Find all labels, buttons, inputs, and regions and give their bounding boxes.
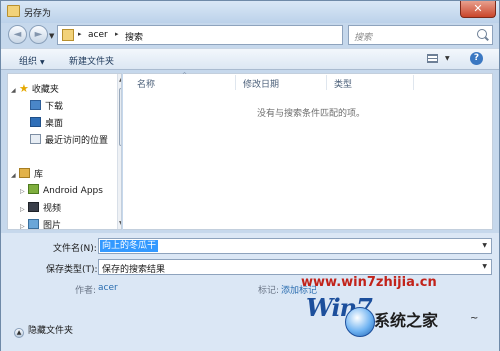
author-label: 作者:: [75, 286, 97, 296]
sidebar-item-android-apps[interactable]: ▷ Android Apps: [20, 184, 103, 198]
column-header-name[interactable]: 名称: [137, 77, 155, 90]
organize-label: 组织: [19, 57, 38, 67]
chevron-down-icon: ▼: [40, 59, 45, 66]
search-input[interactable]: 搜索: [348, 25, 493, 45]
column-divider[interactable]: [326, 75, 327, 90]
navigation-bar: ◄ ► ▼ ▸ acer ▸ 搜索 ▼ ⟳ 搜索: [1, 23, 499, 47]
sidebar-item-pictures[interactable]: ▷ 图片: [20, 218, 62, 230]
filetype-label: 保存类型(T):: [46, 265, 98, 275]
author-value[interactable]: acer: [98, 283, 118, 293]
address-bar[interactable]: ▸ acer ▸ 搜索 ▼ ⟳: [57, 25, 388, 45]
watermark-badge-icon: [345, 307, 375, 337]
star-icon: ★: [19, 82, 29, 95]
save-form: 文件名(N): 向上的冬瓜干 ▼ 保存类型(T): 保存的搜索结果 ▼ 作者: …: [1, 233, 499, 351]
file-list: 名称 ^ 修改日期 类型 没有与搜索条件匹配的项。: [123, 72, 493, 230]
breadcrumb-separator-icon[interactable]: ▸: [78, 30, 82, 38]
title-bar: 另存为 ✕: [1, 1, 499, 23]
column-divider[interactable]: [235, 75, 236, 90]
filename-value: 向上的冬瓜干: [100, 240, 159, 252]
scrollbar-thumb[interactable]: [119, 88, 121, 146]
close-button[interactable]: ✕: [460, 1, 496, 18]
hide-folders-button[interactable]: ▲ 隐藏文件夹: [14, 323, 73, 338]
expand-icon[interactable]: ▷: [20, 223, 28, 229]
sidebar-item-downloads[interactable]: 下载: [30, 99, 63, 113]
watermark-brand: 系统之家: [374, 311, 439, 330]
sidebar-item-recent-places[interactable]: 最近访问的位置: [30, 133, 108, 147]
collapse-icon[interactable]: ◢: [11, 172, 19, 179]
chevron-up-icon: ▲: [14, 328, 24, 338]
library-icon: [19, 168, 30, 178]
libraries-label: 库: [34, 170, 44, 180]
filename-label: 文件名(N):: [53, 244, 97, 254]
sort-ascending-icon: ^: [182, 72, 188, 79]
video-library-icon: [28, 202, 39, 212]
sidebar-item-label: 下载: [45, 102, 64, 112]
filetype-select[interactable]: 保存的搜索结果 ▼: [98, 259, 492, 275]
window-title: 另存为: [24, 9, 52, 19]
sidebar-item-label: 桌面: [45, 119, 64, 129]
sidebar-item-label: 图片: [43, 221, 62, 230]
sidebar-item-videos[interactable]: ▷ 视频: [20, 201, 61, 215]
tags-label: 标记:: [258, 286, 280, 296]
new-folder-button[interactable]: 新建文件夹: [69, 54, 114, 67]
android-apps-icon: [28, 184, 39, 194]
nav-scrollbar[interactable]: ▲ ▼: [117, 74, 121, 229]
desktop-icon: [30, 117, 41, 127]
search-folder-icon: [62, 29, 74, 41]
breadcrumb-separator-icon[interactable]: ▸: [115, 30, 119, 38]
view-options-icon[interactable]: [427, 54, 438, 63]
libraries-group[interactable]: ◢ 库: [11, 167, 43, 181]
empty-results-message: 没有与搜索条件匹配的项。: [257, 109, 366, 119]
picture-library-icon: [28, 219, 39, 229]
save-as-dialog: 另存为 ✕ ◄ ► ▼ ▸ acer ▸ 搜索 ▼ ⟳ 搜索 组织▼ 新建文件夹…: [0, 0, 500, 351]
watermark-suffix: ~: [470, 313, 479, 324]
collapse-icon[interactable]: ◢: [11, 87, 19, 94]
organize-button[interactable]: 组织 ▼: [19, 54, 45, 67]
expand-icon[interactable]: ▷: [20, 188, 28, 195]
help-icon[interactable]: ?: [470, 52, 483, 65]
navigation-pane: ◢ ★ 收藏夹 下载 桌面 最近访问的位置 ◢ 库 ▷ Android Apps ▷ 视频…: [7, 73, 122, 230]
hide-folders-label: 隐藏文件夹: [28, 326, 74, 336]
filename-field[interactable]: 向上的冬瓜干 ▼: [98, 238, 492, 254]
forward-button[interactable]: ►: [29, 25, 48, 44]
expand-icon[interactable]: ▷: [20, 206, 28, 213]
sidebar-item-label: Android Apps: [43, 186, 103, 196]
watermark-url: www.win7zhijia.cn: [301, 275, 437, 290]
command-toolbar: 组织 ▼ 新建文件夹 ▼ ?: [1, 48, 499, 70]
chevron-down-icon[interactable]: ▼: [482, 242, 487, 249]
download-folder-icon: [30, 100, 41, 110]
favorites-label: 收藏夹: [31, 85, 59, 95]
favorites-group[interactable]: ◢ ★ 收藏夹: [11, 82, 59, 96]
folder-icon: [7, 5, 20, 17]
chevron-down-icon[interactable]: ▼: [482, 263, 487, 270]
breadcrumb-acer[interactable]: acer: [88, 30, 108, 40]
filetype-value: 保存的搜索结果: [102, 265, 166, 275]
breadcrumb-search[interactable]: 搜索: [125, 30, 143, 43]
search-icon[interactable]: [477, 29, 487, 39]
recent-places-icon: [30, 134, 41, 144]
column-header-date-modified[interactable]: 修改日期: [243, 77, 279, 90]
search-placeholder: 搜索: [354, 33, 373, 43]
recent-pages-dropdown-icon[interactable]: ▼: [49, 32, 54, 40]
sidebar-item-desktop[interactable]: 桌面: [30, 116, 63, 130]
column-divider[interactable]: [413, 75, 414, 90]
sidebar-item-label: 最近访问的位置: [45, 136, 109, 146]
sidebar-item-label: 视频: [43, 204, 62, 214]
column-header-type[interactable]: 类型: [334, 77, 352, 90]
scroll-down-icon[interactable]: ▼: [119, 220, 121, 227]
back-button[interactable]: ◄: [8, 25, 27, 44]
view-dropdown-icon[interactable]: ▼: [445, 55, 450, 62]
scroll-up-icon[interactable]: ▲: [119, 76, 121, 83]
